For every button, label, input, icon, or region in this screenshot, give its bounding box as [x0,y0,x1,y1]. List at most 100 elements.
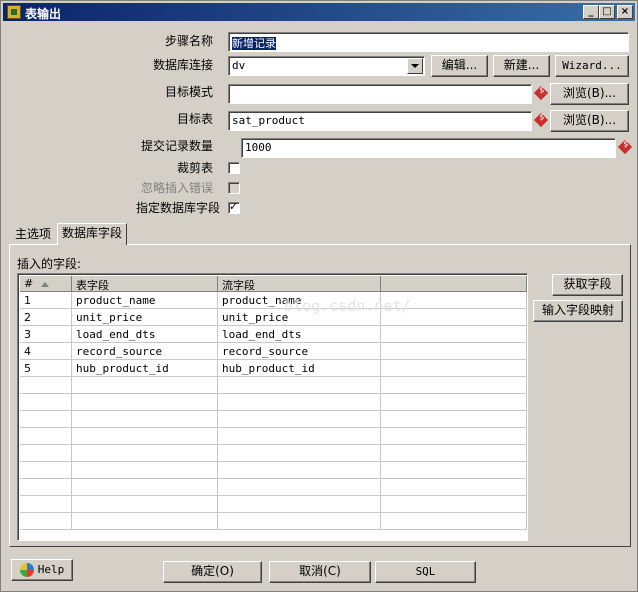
empty-cell[interactable] [381,326,527,343]
ignore-errors-checkbox [228,182,240,194]
specify-fields-label: 指定数据库字段 [135,201,220,215]
title-bar[interactable]: 表输出 _ □ × [3,3,635,21]
maximize-button[interactable]: □ [599,5,615,19]
empty-cell[interactable] [381,479,527,496]
empty-cell[interactable] [218,394,381,411]
row-index-cell[interactable]: 2 [20,309,72,326]
empty-cell[interactable] [381,428,527,445]
table-field-cell[interactable]: load_end_dts [72,326,218,343]
empty-cell[interactable] [72,377,218,394]
close-button[interactable]: × [617,5,633,19]
target-table-input[interactable]: sat_product [228,111,532,131]
empty-cell[interactable] [20,479,72,496]
empty-cell[interactable] [72,394,218,411]
browse-schema-button[interactable]: 浏览(B)... [550,83,629,105]
empty-cell[interactable] [72,445,218,462]
stream-field-cell[interactable]: hub_product_id [218,360,381,377]
commit-size-label: 提交记录数量 [140,139,213,153]
empty-cell[interactable] [218,496,381,513]
truncate-label: 裁剪表 [176,161,213,175]
empty-cell[interactable] [72,462,218,479]
table-output-dialog: 表输出 _ □ × 步骤名称 新增记录 数据库连接 dv 编辑... 新建...… [0,0,638,592]
empty-cell[interactable] [20,394,72,411]
step-name-input[interactable]: 新增记录 [228,32,629,52]
ignore-errors-label: 忽略插入错误 [140,181,213,195]
wizard-button[interactable]: Wizard... [555,55,629,77]
empty-cell[interactable] [381,513,527,530]
empty-cell[interactable] [381,377,527,394]
empty-cell[interactable] [381,445,527,462]
table-field-cell[interactable]: hub_product_id [72,360,218,377]
ok-button[interactable]: 确定(O) [163,561,262,583]
empty-cell[interactable] [20,445,72,462]
tab-database-fields[interactable]: 数据库字段 [57,223,128,245]
map-fields-button[interactable]: 输入字段映射 [533,300,623,322]
row-index-cell[interactable]: 5 [20,360,72,377]
empty-cell[interactable] [381,496,527,513]
edit-connection-button[interactable]: 编辑... [431,55,488,77]
empty-cell[interactable] [218,411,381,428]
empty-cell[interactable] [381,411,527,428]
stream-field-cell[interactable]: record_source [218,343,381,360]
empty-cell[interactable] [72,513,218,530]
target-schema-input[interactable] [228,84,532,104]
specify-fields-checkbox[interactable] [228,200,240,214]
connection-label: 数据库连接 [152,58,213,72]
chevron-down-icon[interactable] [407,58,423,74]
help-icon [19,562,34,577]
empty-cell[interactable] [218,513,381,530]
empty-cell[interactable] [72,411,218,428]
truncate-checkbox[interactable] [228,162,240,174]
app-icon [7,5,21,19]
empty-cell[interactable] [20,513,72,530]
empty-cell[interactable] [218,479,381,496]
stream-field-cell[interactable]: load_end_dts [218,326,381,343]
connection-value: dv [232,59,246,72]
help-button[interactable]: Help [11,559,73,581]
empty-cell[interactable] [20,377,72,394]
table-field-cell[interactable]: record_source [72,343,218,360]
column-header-stream-field[interactable]: 流字段 [218,276,381,292]
browse-table-button[interactable]: 浏览(B)... [550,110,629,132]
column-header-index[interactable]: # [20,276,72,292]
empty-cell[interactable] [381,462,527,479]
window-title: 表输出 [25,7,62,21]
column-header-table-field[interactable]: 表字段 [72,276,218,292]
empty-cell[interactable] [381,360,527,377]
empty-cell[interactable] [381,309,527,326]
target-table-label: 目标表 [176,112,213,126]
empty-cell[interactable] [381,292,527,309]
empty-cell[interactable] [218,377,381,394]
empty-cell[interactable] [20,496,72,513]
commit-size-input[interactable]: 1000 [241,138,616,158]
empty-cell[interactable] [72,428,218,445]
new-connection-button[interactable]: 新建... [493,55,550,77]
empty-cell[interactable] [20,462,72,479]
empty-cell[interactable] [218,445,381,462]
empty-cell[interactable] [218,428,381,445]
row-index-cell[interactable]: 4 [20,343,72,360]
fields-table[interactable]: # 表字段 流字段 1 product_name product_name 2 unit… [17,273,528,541]
target-schema-label: 目标模式 [164,85,213,99]
empty-cell[interactable] [72,479,218,496]
get-fields-button[interactable]: 获取字段 [552,274,623,296]
empty-cell[interactable] [381,394,527,411]
empty-cell[interactable] [218,462,381,479]
empty-cell[interactable] [20,428,72,445]
table-field-cell[interactable]: unit_price [72,309,218,326]
cancel-button[interactable]: 取消(C) [269,561,371,583]
stream-field-cell[interactable]: product_name [218,292,381,309]
tab-main-options[interactable]: 主选项 [11,225,55,245]
step-name-label: 步骤名称 [164,34,213,48]
row-index-cell[interactable]: 3 [20,326,72,343]
row-index-cell[interactable]: 1 [20,292,72,309]
sql-button[interactable]: SQL [375,561,476,583]
sort-icon [41,281,50,287]
empty-cell[interactable] [72,496,218,513]
empty-cell[interactable] [20,411,72,428]
connection-select[interactable]: dv [228,56,425,76]
stream-field-cell[interactable]: unit_price [218,309,381,326]
minimize-button[interactable]: _ [583,5,599,19]
empty-cell[interactable] [381,343,527,360]
table-field-cell[interactable]: product_name [72,292,218,309]
